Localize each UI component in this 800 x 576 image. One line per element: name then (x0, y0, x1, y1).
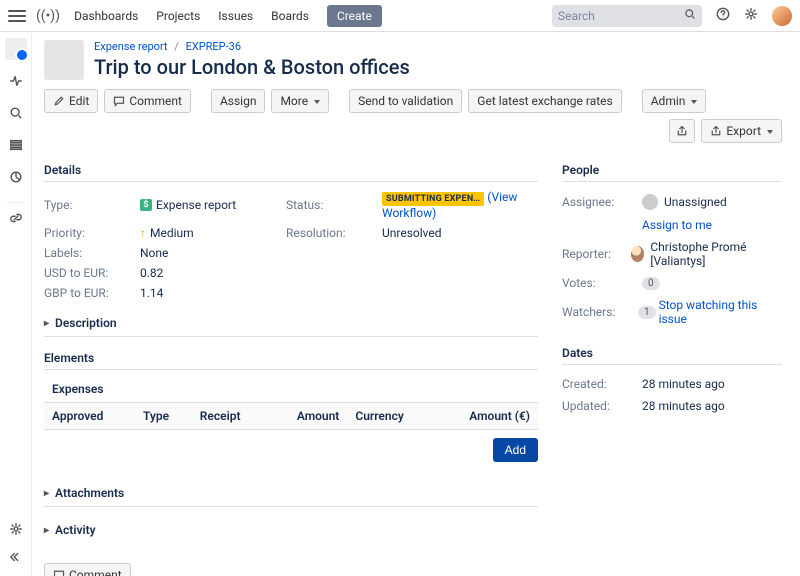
nav-boards[interactable]: Boards (271, 9, 309, 23)
status-value: SUBMITTING EXPEN… (View Workflow) (382, 190, 538, 220)
priority-medium-icon: ↑ (140, 226, 146, 240)
assignee-label: Assignee: (562, 195, 642, 209)
watchers-label: Watchers: (562, 305, 638, 319)
created-label: Created: (562, 377, 642, 391)
col-approved[interactable]: Approved (44, 403, 135, 430)
details-heading: Details (44, 163, 538, 182)
unassigned-avatar-icon (642, 194, 658, 210)
votes-value: 0 (642, 277, 660, 290)
votes-label: Votes: (562, 276, 642, 290)
expense-type-icon: $ (140, 199, 152, 211)
gbp-eur-value: 1.14 (140, 286, 280, 300)
search-placeholder: Search (558, 9, 595, 23)
search-rail-icon[interactable] (5, 102, 27, 124)
admin-button[interactable]: Admin (642, 89, 707, 113)
send-validation-button[interactable]: Send to validation (349, 89, 462, 113)
dates-heading: Dates (562, 346, 782, 365)
edit-button[interactable]: Edit (44, 89, 98, 113)
usd-eur-value: 0.82 (140, 266, 280, 280)
priority-label: Priority: (44, 226, 134, 240)
settings-icon[interactable] (744, 7, 758, 25)
created-value: 28 minutes ago (642, 377, 725, 391)
reporter-value: Christophe Promé [Valiantys] (631, 240, 782, 268)
resolution-label: Resolution: (286, 226, 376, 240)
project-avatar[interactable] (5, 38, 27, 60)
watchers-value: 1 (638, 306, 656, 319)
breadcrumb: Expense report / EXPREP-36 (94, 40, 410, 53)
chevron-right-icon: ▸ (44, 525, 49, 536)
reports-icon[interactable] (5, 166, 27, 188)
issue-title: Trip to our London & Boston offices (94, 55, 410, 79)
footer-comment-button[interactable]: Comment (44, 563, 131, 576)
type-value: $Expense report (140, 198, 280, 212)
labels-value: None (140, 246, 280, 260)
nav-projects[interactable]: Projects (156, 9, 200, 23)
broadcast-icon: ((•)) (36, 8, 60, 24)
nav-issues[interactable]: Issues (218, 9, 253, 23)
expenses-subheading: Expenses (44, 378, 538, 398)
people-heading: People (562, 163, 782, 182)
col-currency[interactable]: Currency (347, 403, 434, 430)
expenses-table: Approved Type Receipt Amount Currency Am… (44, 402, 538, 430)
comment-button[interactable]: Comment (104, 89, 191, 113)
create-button[interactable]: Create (327, 5, 382, 27)
elements-heading: Elements (44, 351, 538, 370)
col-receipt[interactable]: Receipt (192, 403, 269, 430)
search-icon (684, 8, 696, 23)
link-icon[interactable] (5, 207, 27, 229)
breadcrumb-project[interactable]: Expense report (94, 40, 168, 53)
chevron-right-icon: ▸ (44, 488, 49, 499)
stop-watching-link[interactable]: Stop watching this issue (659, 298, 782, 326)
hamburger-menu[interactable] (8, 7, 26, 25)
more-button[interactable]: More (271, 89, 329, 113)
nav-dashboards[interactable]: Dashboards (74, 9, 138, 23)
activity-icon[interactable] (5, 70, 27, 92)
issue-thumbnail (44, 40, 84, 80)
updated-label: Updated: (562, 399, 642, 413)
attachments-toggle[interactable]: ▸Attachments (44, 478, 538, 507)
help-icon[interactable] (716, 7, 730, 25)
col-amount[interactable]: Amount (268, 403, 347, 430)
description-toggle[interactable]: ▸Description (44, 308, 538, 337)
labels-label: Labels: (44, 246, 134, 260)
activity-toggle[interactable]: ▸Activity (44, 515, 538, 543)
usd-eur-label: USD to EUR: (44, 266, 134, 280)
gbp-eur-label: GBP to EUR: (44, 286, 134, 300)
share-button[interactable] (669, 119, 695, 143)
status-label: Status: (286, 198, 376, 212)
get-rates-button[interactable]: Get latest exchange rates (468, 89, 621, 113)
collapse-rail-icon[interactable] (5, 546, 27, 568)
export-button[interactable]: Export (701, 119, 782, 143)
breadcrumb-key[interactable]: EXPREP-36 (186, 40, 241, 53)
assign-to-me-link[interactable]: Assign to me (642, 218, 712, 232)
assign-button[interactable]: Assign (211, 89, 266, 113)
resolution-value: Unresolved (382, 226, 538, 240)
assignee-value: Unassigned (642, 194, 727, 210)
updated-value: 28 minutes ago (642, 399, 725, 413)
reporter-avatar-icon (631, 246, 645, 262)
global-search[interactable]: Search (552, 5, 702, 27)
backlog-icon[interactable] (5, 134, 27, 156)
chevron-right-icon: ▸ (44, 318, 49, 329)
type-label: Type: (44, 198, 134, 212)
col-amount-eur[interactable]: Amount (€) (434, 403, 538, 430)
priority-value: ↑Medium (140, 226, 280, 240)
user-avatar[interactable] (772, 6, 792, 26)
col-type[interactable]: Type (135, 403, 192, 430)
rail-settings-icon[interactable] (5, 518, 27, 540)
add-expense-button[interactable]: Add (493, 438, 538, 462)
reporter-label: Reporter: (562, 247, 631, 261)
